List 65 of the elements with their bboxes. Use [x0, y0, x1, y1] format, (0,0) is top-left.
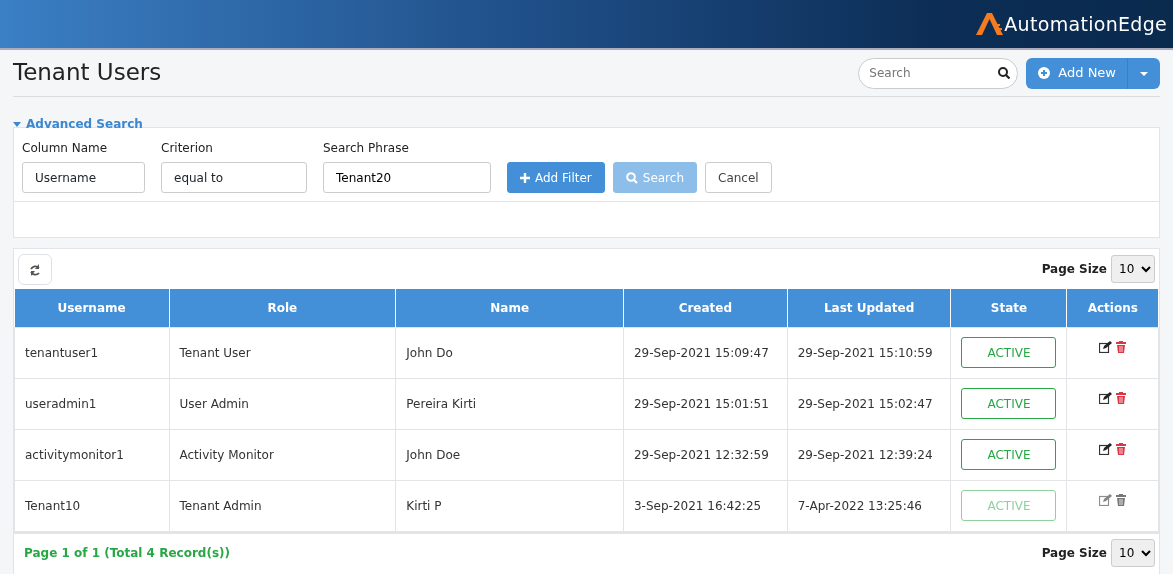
- table-cell: John Doe: [395, 429, 624, 480]
- dropdown-toggle[interactable]: [1127, 57, 1160, 89]
- edit-icon[interactable]: [1099, 340, 1113, 353]
- page-size-label: Page Size: [1041, 544, 1107, 562]
- column-header: Created: [623, 289, 788, 327]
- search-button: Search: [612, 162, 697, 193]
- add-new-button[interactable]: Add New: [1026, 57, 1128, 89]
- table-cell: Tenant Admin: [169, 480, 396, 531]
- field-label: Criterion: [161, 140, 214, 157]
- brand-name: AutomationEdge: [1004, 11, 1167, 37]
- table-cell: 29-Sep-2021 15:09:47: [623, 327, 788, 378]
- cancel-button[interactable]: Cancel: [705, 162, 772, 193]
- field-label: Search Phrase: [323, 140, 410, 157]
- page-size-select[interactable]: 10: [1111, 255, 1155, 283]
- column-header: Username: [14, 289, 169, 327]
- edit-icon[interactable]: [1099, 391, 1113, 404]
- search-field[interactable]: Search: [858, 57, 1019, 89]
- table-cell: Tenant10: [14, 480, 169, 531]
- advanced-search-toggle[interactable]: Advanced Search: [13, 115, 143, 133]
- table-cell: 29-Sep-2021 12:39:24: [787, 429, 951, 480]
- trash-icon[interactable]: [1116, 442, 1127, 455]
- table-cell: activitymonitor1: [14, 429, 169, 480]
- trash-icon[interactable]: [1116, 391, 1127, 404]
- select-field[interactable]: Username: [22, 162, 145, 193]
- state-button[interactable]: ACTIVE: [961, 439, 1057, 470]
- state-button[interactable]: ACTIVE: [961, 388, 1057, 419]
- select-field[interactable]: equal to: [161, 162, 307, 193]
- table-cell: 29-Sep-2021 15:10:59: [787, 327, 951, 378]
- refresh-button[interactable]: [18, 253, 52, 285]
- column-header: Last Updated: [787, 289, 951, 327]
- page-size-label: Page Size: [1041, 261, 1107, 278]
- column-header: Role: [169, 289, 396, 327]
- table-cell: User Admin: [169, 378, 396, 429]
- column-header: Name: [395, 289, 624, 327]
- trash-icon[interactable]: [1116, 493, 1127, 506]
- logo-icon: [976, 13, 1005, 35]
- input-field[interactable]: Tenant20: [323, 162, 491, 193]
- plus-icon: [520, 172, 530, 183]
- page-title: Tenant Users: [13, 59, 162, 87]
- table-cell: 3-Sep-2021 16:42:25: [623, 480, 788, 531]
- search-icon: [625, 171, 638, 184]
- table-cell: Pereira Kirti: [395, 378, 624, 429]
- table-cell: Tenant User: [169, 327, 396, 378]
- table-cell: 29-Sep-2021 12:32:59: [623, 429, 788, 480]
- table-cell: 7-Apr-2022 13:25:46: [787, 480, 951, 531]
- table-cell: useradmin1: [14, 378, 169, 429]
- page-summary: Page 1 of 1 (Total 4 Record(s)): [24, 544, 230, 562]
- add-filter-button[interactable]: Add Filter: [507, 162, 605, 193]
- table-cell: John Do: [395, 327, 624, 378]
- table-cell: 29-Sep-2021 15:02:47: [787, 378, 951, 429]
- refresh-icon: [29, 263, 41, 276]
- edit-icon[interactable]: [1099, 442, 1113, 455]
- column-header: Actions: [1067, 289, 1159, 327]
- field-label: Column Name: [22, 140, 109, 157]
- page-size-select[interactable]: 10: [1111, 538, 1155, 567]
- search-icon: [998, 66, 1011, 79]
- state-button[interactable]: ACTIVE: [961, 337, 1057, 368]
- table-cell: Kirti P: [395, 480, 624, 531]
- table-cell: tenantuser1: [14, 327, 169, 378]
- table-cell: Activity Monitor: [169, 429, 396, 480]
- column-header: State: [951, 289, 1067, 327]
- plus-circle-icon: [1038, 67, 1051, 79]
- table-cell: 29-Sep-2021 15:01:51: [623, 378, 788, 429]
- trash-icon[interactable]: [1116, 340, 1127, 353]
- caret-icon: [1140, 71, 1148, 76]
